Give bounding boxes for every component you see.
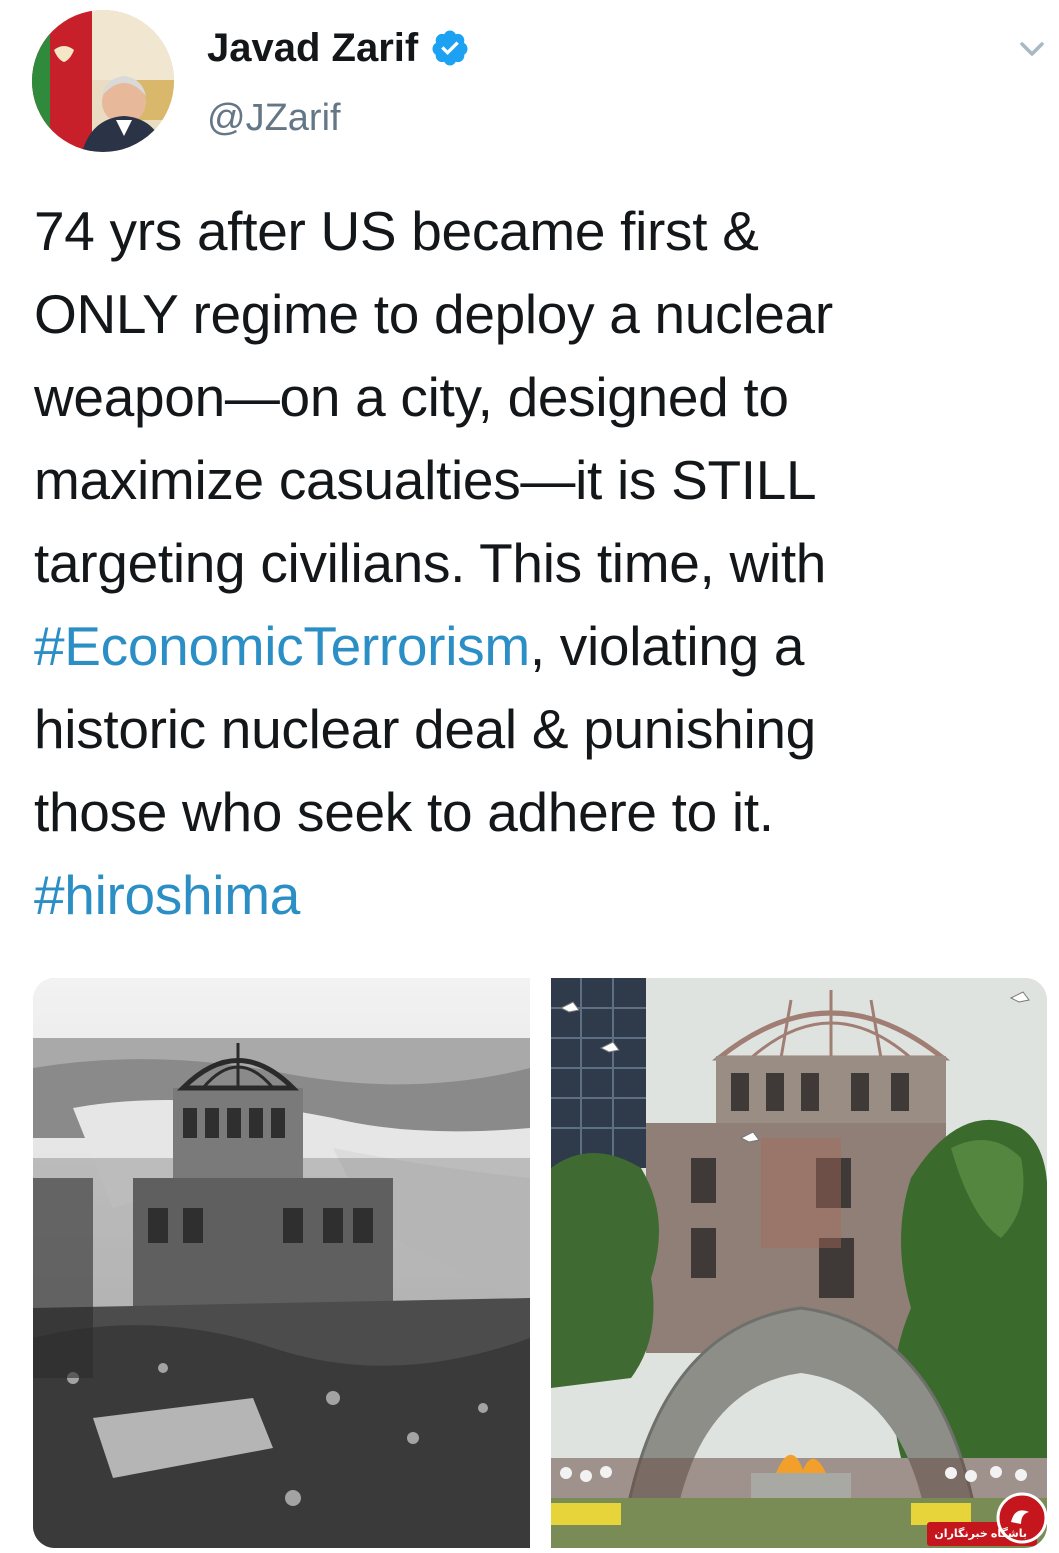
author-handle[interactable]: @JZarif xyxy=(207,96,341,140)
tweet-text-segment: historic nuclear deal & punishing xyxy=(34,698,816,760)
hiroshima-ruins-photo xyxy=(33,978,530,1548)
tweet-text-line: maximize casualties—it is STILL xyxy=(34,439,1034,522)
avatar[interactable] xyxy=(32,10,174,152)
author-name[interactable]: Javad Zarif xyxy=(207,26,418,70)
tweet-text-segment: targeting civilians. This time, with xyxy=(34,532,827,594)
tweet-text-line: 74 yrs after US became first & xyxy=(34,190,1034,273)
verified-badge-icon xyxy=(430,28,470,68)
tweet-text-line: historic nuclear deal & punishing xyxy=(34,688,1034,771)
tweet-text-line: weapon—on a city, designed to xyxy=(34,356,1034,439)
media-photo-right[interactable]: باشگاه خبرنگاران xyxy=(551,978,1047,1548)
tweet-text-line: targeting civilians. This time, with xyxy=(34,522,1034,605)
tweet-text-segment: weapon—on a city, designed to xyxy=(34,366,789,428)
tweet-text-line: those who seek to adhere to it. xyxy=(34,771,1034,854)
watermark-logo: باشگاه خبرنگاران xyxy=(927,1488,1047,1548)
tweet-text-segment: , violating a xyxy=(529,615,805,677)
media-photo-left[interactable] xyxy=(33,978,530,1548)
author-name-row[interactable]: Javad Zarif xyxy=(207,26,470,70)
tweet-text-line: #EconomicTerrorism, violating a xyxy=(34,605,1034,688)
hiroshima-memorial-photo xyxy=(551,978,1047,1548)
tweet-text-segment: those who seek to adhere to it. xyxy=(34,781,774,843)
tweet-text-segment: ONLY regime to deploy a nuclear xyxy=(34,283,833,345)
tweet-text-segment: maximize casualties—it is STILL xyxy=(34,449,817,511)
profile-photo xyxy=(32,10,174,152)
tweet-text-segment: 74 yrs after US became first & xyxy=(34,200,759,262)
tweet-text-line: #hiroshima xyxy=(34,854,1034,937)
chevron-down-icon[interactable] xyxy=(1017,34,1047,64)
hashtag-link[interactable]: #EconomicTerrorism xyxy=(34,615,530,677)
tweet-text-line: ONLY regime to deploy a nuclear xyxy=(34,273,1034,356)
tweet-text: 74 yrs after US became first & ONLY regim… xyxy=(34,190,1034,937)
hashtag-link[interactable]: #hiroshima xyxy=(34,864,300,926)
watermark-text: باشگاه خبرنگاران xyxy=(934,1528,1027,1540)
